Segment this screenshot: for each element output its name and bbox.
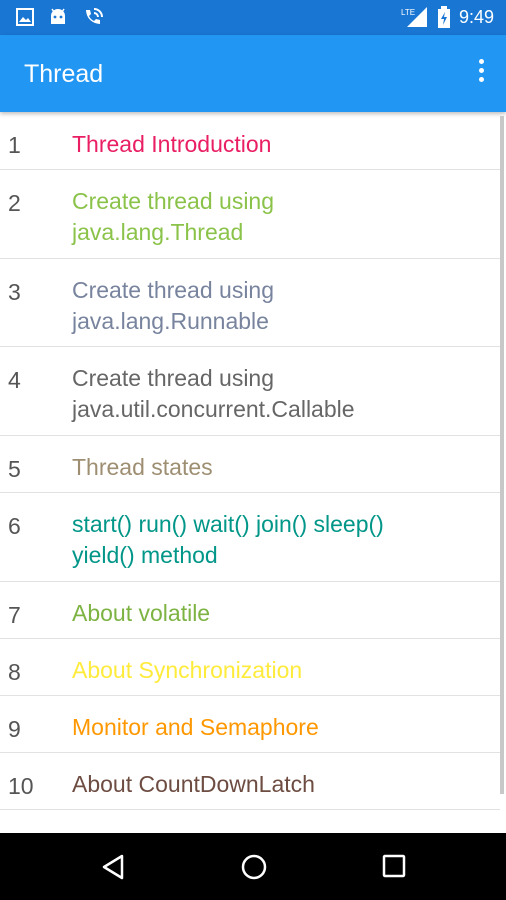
item-label: Thread states bbox=[72, 454, 213, 480]
list-item[interactable]: 6 start() run() wait() join() sleep() yie… bbox=[0, 493, 500, 582]
list-item[interactable]: 10 About CountDownLatch bbox=[0, 753, 500, 810]
list-item[interactable]: 1 Thread Introduction bbox=[0, 112, 500, 170]
svg-text:LTE: LTE bbox=[401, 8, 415, 17]
status-time: 9:49 bbox=[458, 6, 494, 27]
phone-wifi-icon bbox=[86, 8, 103, 24]
navigation-bar bbox=[0, 833, 506, 900]
item-label: About CountDownLatch bbox=[72, 771, 315, 797]
list-item[interactable]: 4 Create thread using java.util.concurren… bbox=[0, 347, 500, 436]
image-notification-icon bbox=[16, 8, 34, 26]
back-icon[interactable] bbox=[100, 853, 126, 881]
home-icon[interactable] bbox=[240, 853, 268, 881]
item-label: Thread Introduction bbox=[72, 131, 272, 157]
app-bar: Thread bbox=[0, 35, 506, 112]
list-item[interactable]: 5 Thread states bbox=[0, 436, 500, 493]
item-label: Monitor and Semaphore bbox=[72, 714, 319, 740]
topic-list: 1 Thread Introduction 2 Create thread us… bbox=[0, 112, 506, 833]
item-label: About Synchronization bbox=[72, 657, 303, 683]
item-number: 4 bbox=[8, 367, 21, 393]
item-number: 3 bbox=[8, 279, 21, 305]
item-number: 9 bbox=[8, 716, 21, 742]
item-number: 10 bbox=[8, 773, 34, 799]
list-item[interactable]: 8 About Synchronization bbox=[0, 639, 500, 696]
item-number: 8 bbox=[8, 659, 21, 685]
list-item[interactable]: 9 Monitor and Semaphore bbox=[0, 696, 500, 753]
item-number: 1 bbox=[8, 132, 21, 158]
item-number: 6 bbox=[8, 513, 21, 539]
recent-apps-icon[interactable] bbox=[382, 854, 406, 878]
item-number: 5 bbox=[8, 456, 21, 482]
item-label: start() run() wait() join() sleep() yield… bbox=[72, 511, 384, 568]
item-label: About volatile bbox=[72, 600, 211, 626]
lte-signal-icon: LTE bbox=[401, 7, 427, 27]
list-scrollbar[interactable] bbox=[500, 116, 504, 794]
item-number: 7 bbox=[8, 602, 21, 628]
android-notification-icon bbox=[51, 8, 65, 24]
item-number: 2 bbox=[8, 190, 21, 216]
list-item[interactable]: 2 Create thread using java.lang.Thread bbox=[0, 170, 500, 259]
overflow-menu-icon[interactable] bbox=[476, 59, 486, 89]
battery-charging-icon bbox=[437, 6, 450, 28]
item-label: Create thread using java.lang.Runnable bbox=[72, 277, 275, 334]
list-item[interactable]: 3 Create thread using java.lang.Runnable bbox=[0, 259, 500, 347]
status-bar: LTE 9:49 bbox=[0, 0, 506, 35]
list-item[interactable]: 7 About volatile bbox=[0, 582, 500, 639]
app-title: Thread bbox=[24, 60, 104, 88]
item-label: Create thread using java.lang.Thread bbox=[72, 188, 275, 245]
item-label: Create thread using java.util.concurrent.… bbox=[72, 365, 355, 422]
